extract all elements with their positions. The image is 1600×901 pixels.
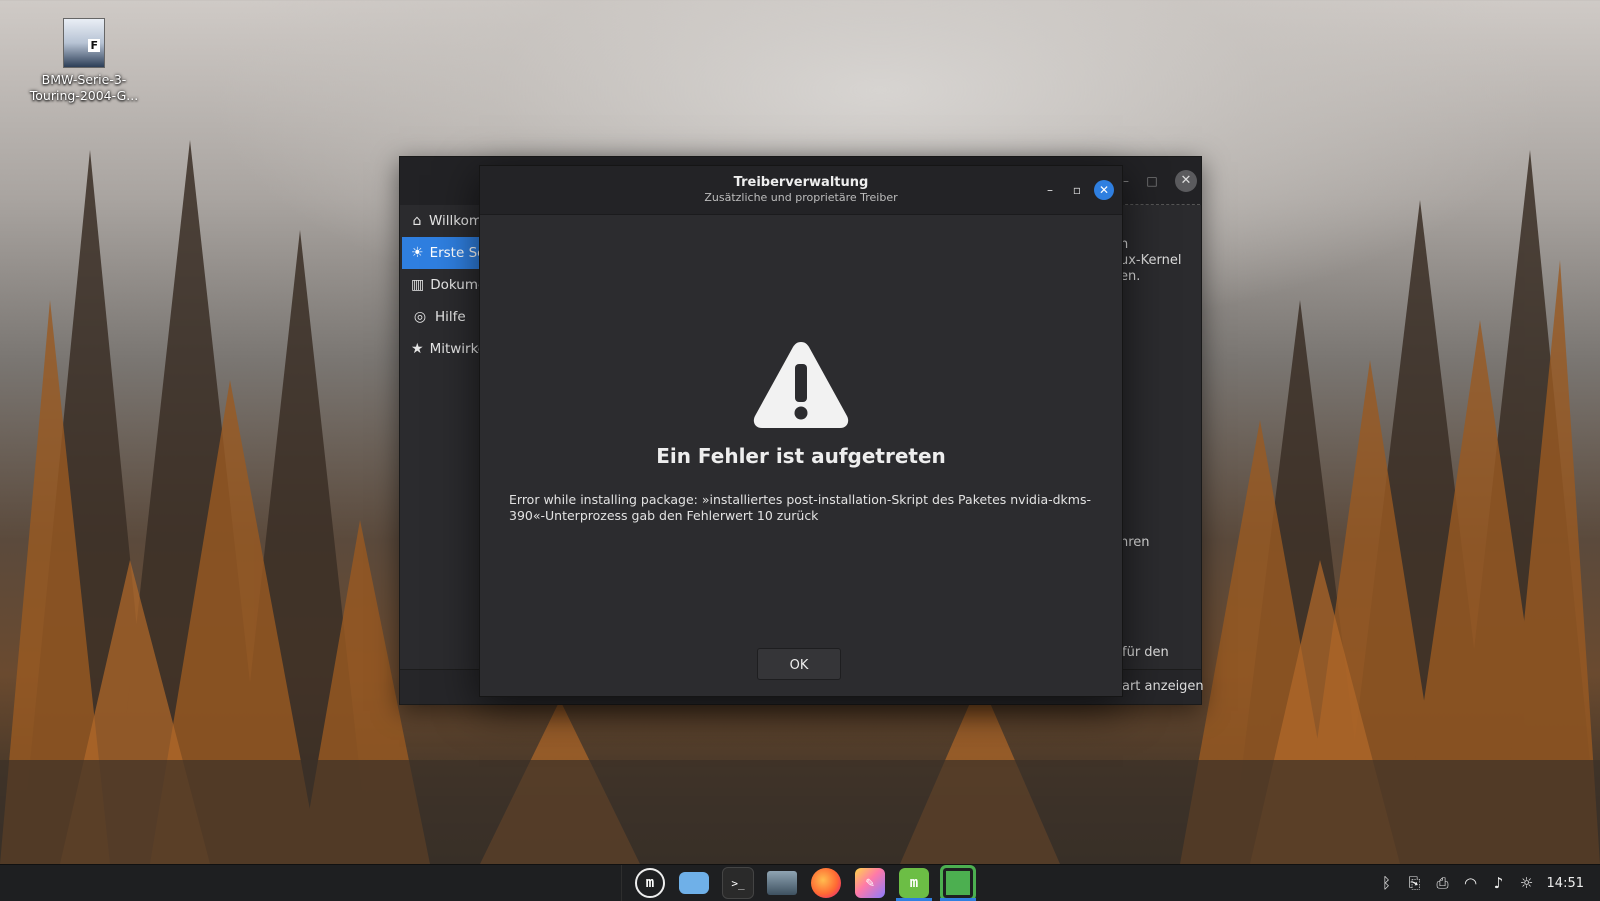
mint-menu-icon: m — [635, 868, 665, 898]
driver-manager-dialog[interactable]: Treiberverwaltung Zusätzliche und propri… — [479, 165, 1123, 697]
book-icon: ▥ — [411, 277, 425, 293]
sidebar-item-documentation[interactable]: ▥ Dokume — [402, 269, 482, 301]
welcome-text-fragment: ux-Kernel — [1120, 253, 1182, 268]
error-message: Error while installing package: »install… — [509, 492, 1091, 523]
image-thumbnail-icon — [63, 18, 105, 68]
clock[interactable]: 14:51 — [1547, 876, 1584, 891]
sidebar-item-help[interactable]: ◎ Hilfe — [402, 301, 482, 333]
taskbar-show-desktop[interactable] — [760, 865, 804, 901]
printer-icon[interactable]: ⎙ — [1429, 874, 1457, 892]
dialog-title: Treiberverwaltung — [733, 175, 869, 190]
welcome-text-fragment: en. — [1120, 269, 1141, 284]
sidebar-item-label: Dokume — [430, 277, 482, 293]
system-tray: ᛒ ⎘ ⎙ ◠ ♪ ☼ 14:51 — [1373, 865, 1600, 901]
lightbulb-icon: ☀ — [411, 245, 424, 261]
desktop-file-label: BMW-Serie-3-Touring-2004-G... — [29, 72, 139, 103]
brightness-icon[interactable]: ☼ — [1513, 874, 1541, 892]
taskbar: m >_ ✎ m ᛒ ⎘ ⎙ ◠ ♪ ☼ 14:51 — [0, 864, 1600, 901]
bluetooth-icon[interactable]: ᛒ — [1373, 874, 1401, 892]
welcome-sidebar: ⌂ Willkom ☀ Erste Sc ▥ Dokume ◎ Hilfe ★ … — [402, 205, 482, 365]
home-icon: ⌂ — [412, 213, 422, 229]
sidebar-item-first-steps[interactable]: ☀ Erste Sc — [402, 237, 482, 269]
sidebar-item-welcome[interactable]: ⌂ Willkom — [402, 205, 482, 237]
ok-button[interactable]: OK — [757, 648, 841, 680]
taskbar-apps: m >_ ✎ m — [621, 865, 980, 901]
files-icon — [679, 872, 709, 894]
welcome-checkbox-label[interactable]: art anzeigen — [1122, 679, 1204, 694]
sidebar-item-label: Willkom — [428, 213, 482, 229]
close-icon[interactable]: ✕ — [1175, 170, 1197, 192]
divider — [1120, 204, 1200, 205]
welcome-link-fragment[interactable]: für den — [1122, 645, 1169, 660]
dialog-subtitle: Zusätzliche und proprietäre Treiber — [704, 191, 898, 204]
taskbar-mint-menu[interactable]: m — [628, 865, 672, 901]
driver-manager-icon — [940, 865, 976, 901]
error-heading: Ein Fehler ist aufgetreten — [656, 444, 946, 468]
maximize-icon[interactable]: □ — [1142, 171, 1162, 191]
close-icon[interactable]: ✕ — [1094, 180, 1114, 200]
sidebar-item-label: Mitwirke — [429, 341, 482, 357]
maximize-icon[interactable]: ▫ — [1068, 181, 1086, 199]
welcome-text-fragment: hren — [1120, 535, 1150, 550]
desktop-file-icon[interactable]: BMW-Serie-3-Touring-2004-G... — [28, 18, 140, 104]
desktop-icon — [767, 871, 797, 895]
taskbar-terminal[interactable]: >_ — [716, 865, 760, 901]
firefox-icon — [811, 868, 841, 898]
warning-icon — [753, 342, 849, 428]
taskbar-files[interactable] — [672, 865, 716, 901]
taskbar-driver-manager[interactable] — [936, 865, 980, 901]
lifebuoy-icon: ◎ — [413, 309, 427, 325]
paint-icon: ✎ — [855, 868, 885, 898]
taskbar-firefox[interactable] — [804, 865, 848, 901]
sidebar-item-label: Hilfe — [435, 309, 466, 325]
terminal-icon: >_ — [722, 867, 754, 899]
mint-welcome-icon: m — [899, 868, 929, 898]
sidebar-item-label: Erste Sc — [429, 245, 482, 261]
sidebar-item-contribute[interactable]: ★ Mitwirke — [402, 333, 482, 365]
taskbar-mint-welcome[interactable]: m — [892, 865, 936, 901]
dialog-titlebar[interactable]: Treiberverwaltung Zusätzliche und propri… — [480, 166, 1122, 215]
volume-icon[interactable]: ♪ — [1485, 874, 1513, 892]
taskbar-drawing[interactable]: ✎ — [848, 865, 892, 901]
wifi-icon[interactable]: ◠ — [1457, 874, 1485, 892]
minimize-icon[interactable]: – — [1041, 181, 1059, 199]
clipboard-icon[interactable]: ⎘ — [1401, 874, 1429, 892]
star-icon: ★ — [411, 341, 424, 357]
